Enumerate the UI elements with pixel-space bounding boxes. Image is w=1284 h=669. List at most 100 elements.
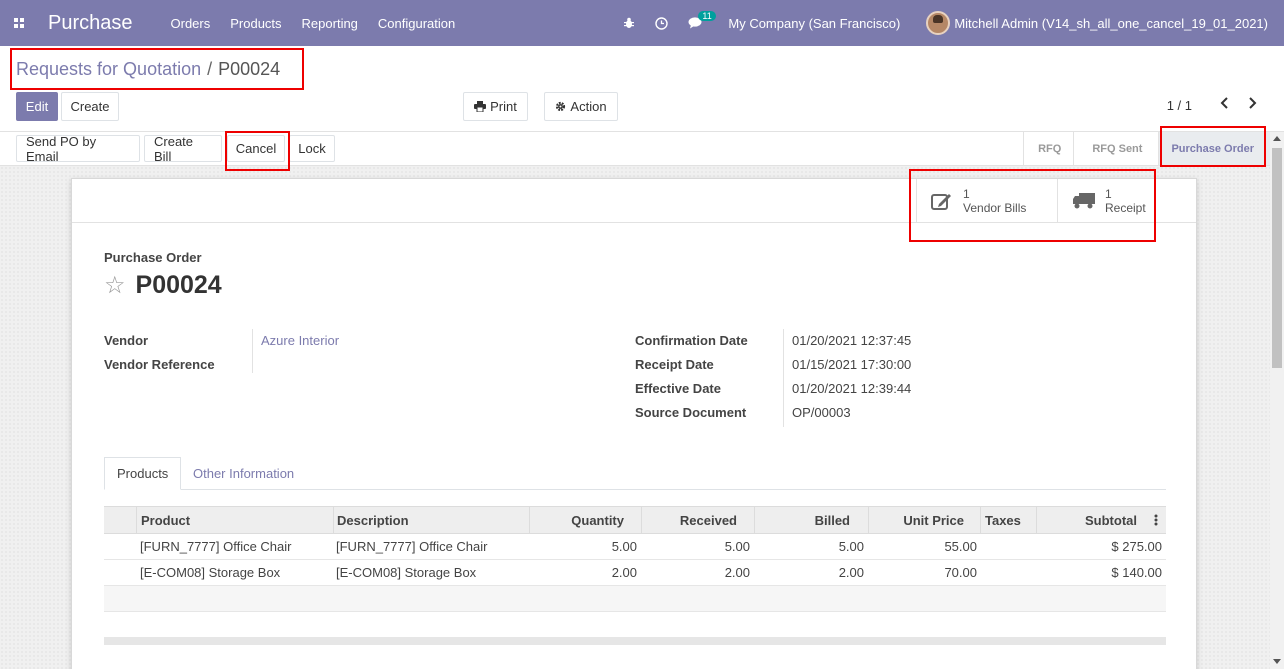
- header-taxes[interactable]: Taxes: [985, 507, 1021, 533]
- cell-product: [FURN_7777] Office Chair: [140, 539, 292, 554]
- create-bill-button[interactable]: Create Bill: [144, 134, 222, 164]
- chat-icon[interactable]: 11: [688, 11, 716, 29]
- effective-date-value: 01/20/2021 12:39:44: [792, 381, 912, 396]
- header-description[interactable]: Description: [337, 507, 409, 533]
- page-title: ☆ P00024: [104, 271, 222, 300]
- apps-menu-icon[interactable]: [2, 0, 36, 46]
- menu-orders[interactable]: Orders: [171, 16, 211, 31]
- table-row[interactable]: [FURN_7777] Office Chair [FURN_7777] Off…: [104, 534, 1166, 560]
- header-quantity[interactable]: Quantity: [529, 507, 624, 533]
- header-subtotal[interactable]: Subtotal: [1036, 507, 1137, 533]
- cell-billed: 2.00: [838, 565, 864, 580]
- vendor-bills-button[interactable]: 1 Vendor Bills: [916, 179, 1058, 223]
- table-row[interactable]: [E-COM08] Storage Box [E-COM08] Storage …: [104, 560, 1166, 586]
- breadcrumb-current: P00024: [218, 59, 281, 79]
- receipt-date-label: Receipt Date: [635, 357, 714, 372]
- scroll-up-icon[interactable]: [1273, 136, 1281, 141]
- top-navbar: Purchase Orders Products Reporting Confi…: [0, 0, 1284, 46]
- cell-billed: 5.00: [838, 539, 864, 554]
- receipt-date-value: 01/15/2021 17:30:00: [792, 357, 912, 372]
- header-received[interactable]: Received: [641, 507, 737, 533]
- scroll-down-icon[interactable]: [1273, 659, 1281, 664]
- bug-icon[interactable]: [623, 17, 635, 29]
- form-sheet: 1 Vendor Bills 1 Receipt Purchase Order ☆ …: [71, 178, 1197, 669]
- cell-unit-price: 70.00: [944, 565, 977, 580]
- cell-product: [E-COM08] Storage Box: [140, 565, 281, 580]
- notebook-tabs: Products Other Information: [104, 457, 1166, 490]
- pencil-square-icon: [931, 194, 951, 210]
- receipt-label: Receipt: [1105, 201, 1146, 215]
- vendor-reference-label: Vendor Reference: [104, 357, 215, 372]
- order-reference: P00024: [135, 271, 222, 299]
- table-footer: [104, 637, 1166, 645]
- field-divider: [252, 329, 253, 373]
- send-po-email-button[interactable]: Send PO by Email: [16, 134, 140, 164]
- company-switcher[interactable]: My Company (San Francisco): [728, 16, 900, 31]
- order-lines-table: Product Description Quantity Received Bi…: [104, 506, 1166, 612]
- user-avatar[interactable]: [926, 11, 951, 35]
- vendor-link[interactable]: Azure Interior: [261, 333, 339, 348]
- print-button[interactable]: Print: [463, 92, 528, 121]
- field-divider: [783, 329, 784, 427]
- print-icon: [474, 101, 487, 112]
- source-document-value: OP/00003: [792, 405, 851, 420]
- edit-button[interactable]: Edit: [16, 92, 58, 121]
- cell-unit-price: 55.00: [944, 539, 977, 554]
- header-billed[interactable]: Billed: [754, 507, 850, 533]
- stage-rfq[interactable]: RFQ: [1023, 132, 1073, 165]
- statusbar: Send PO by Email Create Bill Cancel Lock…: [0, 132, 1284, 166]
- header-unit-price[interactable]: Unit Price: [868, 507, 964, 533]
- cell-received: 5.00: [724, 539, 750, 554]
- action-button[interactable]: Action: [544, 92, 618, 121]
- receipt-count: 1: [1105, 187, 1112, 201]
- pager-previous-icon[interactable]: [1220, 96, 1230, 112]
- print-label: Print: [490, 99, 517, 114]
- optional-columns-icon[interactable]: [1154, 507, 1158, 533]
- stage-purchase-order[interactable]: Purchase Order: [1158, 132, 1284, 165]
- cell-quantity: 5.00: [611, 539, 637, 554]
- scroll-thumb[interactable]: [1272, 148, 1282, 368]
- empty-row: [104, 586, 1166, 612]
- breadcrumb-parent[interactable]: Requests for Quotation: [16, 59, 201, 79]
- user-menu[interactable]: Mitchell Admin (V14_sh_all_one_cancel_19…: [954, 16, 1268, 31]
- app-name[interactable]: Purchase: [48, 12, 133, 35]
- confirmation-date-label: Confirmation Date: [635, 333, 748, 348]
- pager-value[interactable]: 1 / 1: [1167, 98, 1192, 113]
- receipt-button[interactable]: 1 Receipt: [1057, 179, 1196, 223]
- create-button[interactable]: Create: [61, 92, 119, 121]
- vendor-label: Vendor: [104, 333, 149, 348]
- menu-configuration[interactable]: Configuration: [378, 16, 455, 31]
- document-type-label: Purchase Order: [104, 250, 202, 265]
- vendor-bills-count: 1: [963, 187, 970, 201]
- table-header: Product Description Quantity Received Bi…: [104, 506, 1166, 534]
- source-document-label: Source Document: [635, 405, 747, 420]
- header-product[interactable]: Product: [141, 507, 190, 533]
- gear-icon: [556, 101, 566, 112]
- cell-subtotal: $ 140.00: [1111, 565, 1162, 580]
- cancel-button[interactable]: Cancel: [227, 135, 285, 162]
- cell-description: [FURN_7777] Office Chair: [336, 539, 488, 554]
- control-panel: Requests for Quotation / P00024 Edit Creat…: [0, 46, 1284, 132]
- breadcrumb: Requests for Quotation / P00024: [16, 59, 280, 80]
- truck-icon: [1073, 193, 1095, 209]
- menu-reporting[interactable]: Reporting: [302, 16, 358, 31]
- tab-products[interactable]: Products: [104, 457, 182, 490]
- smart-button-box: 1 Vendor Bills 1 Receipt: [72, 179, 1196, 223]
- cell-quantity: 2.00: [611, 565, 637, 580]
- clock-icon[interactable]: [655, 16, 669, 30]
- pager-next-icon[interactable]: [1247, 96, 1257, 112]
- cell-description: [E-COM08] Storage Box: [336, 565, 477, 580]
- vendor-bills-label: Vendor Bills: [963, 201, 1027, 215]
- page-scrollbar[interactable]: [1270, 132, 1284, 669]
- tab-other-information[interactable]: Other Information: [181, 457, 306, 490]
- action-label: Action: [570, 99, 607, 114]
- status-stages: RFQ RFQ Sent Purchase Order: [1023, 132, 1284, 165]
- lock-button[interactable]: Lock: [289, 135, 335, 162]
- cell-subtotal: $ 275.00: [1111, 539, 1162, 554]
- effective-date-label: Effective Date: [635, 381, 721, 396]
- stage-rfq-sent[interactable]: RFQ Sent: [1073, 132, 1158, 165]
- star-icon[interactable]: ☆: [104, 271, 126, 300]
- breadcrumb-separator: /: [207, 59, 213, 79]
- confirmation-date-value: 01/20/2021 12:37:45: [792, 333, 912, 348]
- menu-products[interactable]: Products: [230, 16, 281, 31]
